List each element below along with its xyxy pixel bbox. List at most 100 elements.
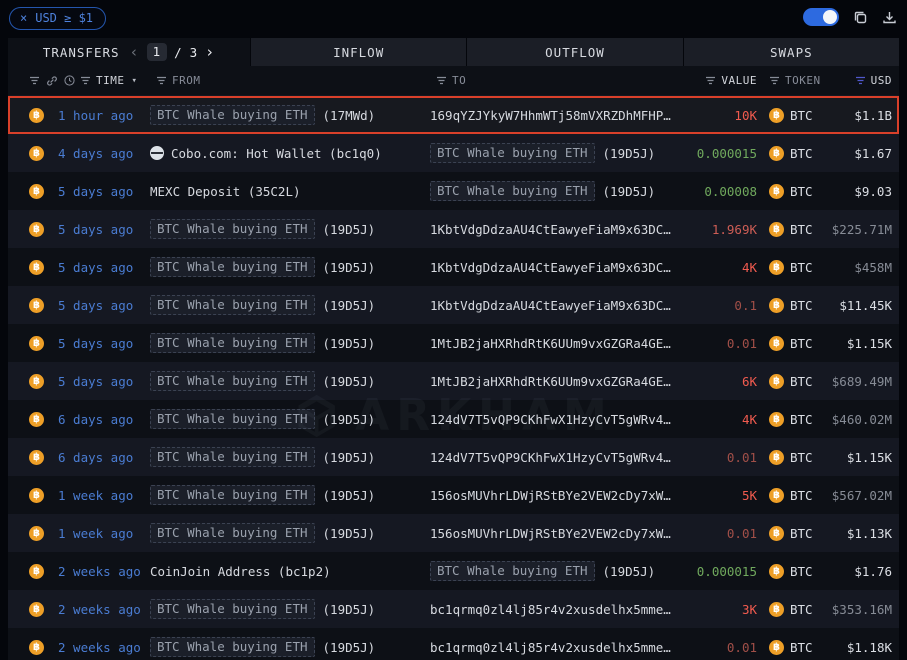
time-link[interactable]: 5 days ago [58,222,133,237]
time-link[interactable]: 5 days ago [58,336,133,351]
tab-inflow[interactable]: INFLOW [251,38,466,66]
entity-address-suffix[interactable]: (19D5J) [323,488,376,503]
page-prev-icon[interactable]: ‹ [130,45,140,60]
entity-address-suffix[interactable]: (19D5J) [323,260,376,275]
token-cell: ฿BTC [757,374,831,389]
time-link[interactable]: 5 days ago [58,184,133,199]
entity-chip[interactable]: BTC Whale buying ETH [150,409,315,429]
time-link[interactable]: 5 days ago [58,260,133,275]
table-row: ฿ 2 weeks ago BTC Whale buying ETH (19D5J) b… [8,628,899,660]
to-column-header[interactable]: TO [436,74,466,87]
entity-address-suffix[interactable]: (19D5J) [323,640,376,655]
usd-text: $1.67 [854,146,892,161]
entity-address-suffix[interactable]: (19D5J) [323,526,376,541]
entity-text[interactable]: Cobo.com: Hot Wallet (bc1q0) [171,146,382,161]
to-header-label: TO [452,74,466,87]
entity-text[interactable]: 169qYZJYkyW7HhmWTj58mVXRZDhMFHPZPd [430,108,675,123]
token-cell: ฿BTC [757,146,831,161]
time-link[interactable]: 2 weeks ago [58,564,141,579]
usd-filter-chip[interactable]: × USD ≥ $1 [9,7,106,30]
entity-address-suffix[interactable]: (19D5J) [323,602,376,617]
time-link[interactable]: 1 week ago [58,526,133,541]
entity-chip[interactable]: BTC Whale buying ETH [150,447,315,467]
entity-chip[interactable]: BTC Whale buying ETH [150,485,315,505]
entity-address-suffix[interactable]: (19D5J) [603,564,656,579]
btc-icon: ฿ [769,640,784,655]
row-token-cell: ฿ [8,336,52,351]
entity-text[interactable]: 156osMUVhrLDWjRStBYe2VEW2cDy7xWrc8 [430,526,675,541]
entity-text[interactable]: MEXC Deposit (35C2L) [150,184,301,199]
from-column-header[interactable]: FROM [156,74,201,87]
time-link[interactable]: 5 days ago [58,374,133,389]
time-column-header[interactable]: TIME ▾ [64,74,137,87]
token-symbol: BTC [790,336,813,351]
entity-address-suffix[interactable]: (17MWd) [323,108,376,123]
entity-chip[interactable]: BTC Whale buying ETH [150,105,315,125]
link-icon[interactable] [46,75,58,87]
entity-chip[interactable]: BTC Whale buying ETH [150,523,315,543]
view-toggle[interactable] [803,8,839,26]
entity-text[interactable]: CoinJoin Address (bc1p2) [150,564,331,579]
usd-cell: $1.13K [831,526,899,541]
token-cell: ฿BTC [757,564,831,579]
usd-text: $353.16M [832,602,892,617]
download-icon[interactable] [882,10,897,25]
copy-icon[interactable] [853,10,868,25]
time-cell: 5 days ago [52,222,150,237]
time-link[interactable]: 4 days ago [58,146,133,161]
entity-chip[interactable]: BTC Whale buying ETH [430,143,595,163]
entity-address-suffix[interactable]: (19D5J) [323,298,376,313]
entity-chip[interactable]: BTC Whale buying ETH [430,561,595,581]
entity-text[interactable]: 1MtJB2jaHXRhdRtK6UUm9vxGZGRa4GEpYn [430,374,675,389]
tab-outflow[interactable]: OUTFLOW [467,38,682,66]
time-link[interactable]: 1 week ago [58,488,133,503]
token-cell: ฿BTC [757,640,831,655]
time-link[interactable]: 6 days ago [58,450,133,465]
entity-text[interactable]: 1KbtVdgDdzaAU4CtEawyeFiaM9x63DCava [430,298,675,313]
entity-address-suffix[interactable]: (19D5J) [323,374,376,389]
entity-text[interactable]: 1MtJB2jaHXRhdRtK6UUm9vxGZGRa4GEpYn [430,336,675,351]
entity-text[interactable]: 156osMUVhrLDWjRStBYe2VEW2cDy7xWrc8 [430,488,675,503]
entity-chip[interactable]: BTC Whale buying ETH [150,599,315,619]
entity-chip[interactable]: BTC Whale buying ETH [150,257,315,277]
entity-address-suffix[interactable]: (19D5J) [603,146,656,161]
btc-icon: ฿ [29,260,44,275]
usd-column-header[interactable]: USD [855,74,892,87]
time-link[interactable]: 2 weeks ago [58,640,141,655]
usd-header-label: USD [871,74,892,87]
token-header-label: TOKEN [785,74,821,87]
entity-chip[interactable]: BTC Whale buying ETH [150,371,315,391]
page-next-icon[interactable]: › [205,45,215,60]
table-row: ฿ 5 days ago BTC Whale buying ETH (19D5J) 1M… [8,324,899,362]
usd-cell: $1.67 [831,146,899,161]
entity-chip[interactable]: BTC Whale buying ETH [150,333,315,353]
time-link[interactable]: 5 days ago [58,298,133,313]
transfers-panel: TRANSFERS ‹ 1 / 3 › INFLOW OUTFLOW SWAPS [8,38,899,660]
time-link[interactable]: 6 days ago [58,412,133,427]
entity-text[interactable]: 1KbtVdgDdzaAU4CtEawyeFiaM9x63DCava [430,260,675,275]
entity-address-suffix[interactable]: (19D5J) [603,184,656,199]
entity-address-suffix[interactable]: (19D5J) [323,450,376,465]
time-link[interactable]: 1 hour ago [58,108,133,123]
close-icon[interactable]: × [20,11,27,25]
filter-icon[interactable] [29,76,40,85]
entity-chip[interactable]: BTC Whale buying ETH [150,295,315,315]
entity-chip[interactable]: BTC Whale buying ETH [430,181,595,201]
entity-text[interactable]: 124dV7T5vQP9CKhFwX1HzyCvT5gWRv4Pto [430,450,675,465]
tab-swaps[interactable]: SWAPS [684,38,899,66]
entity-address-suffix[interactable]: (19D5J) [323,222,376,237]
entity-chip[interactable]: BTC Whale buying ETH [150,219,315,239]
time-link[interactable]: 2 weeks ago [58,602,141,617]
token-column-header[interactable]: TOKEN [769,74,821,87]
entity-text[interactable]: 124dV7T5vQP9CKhFwX1HzyCvT5gWRv4Pto [430,412,675,427]
entity-chip[interactable]: BTC Whale buying ETH [150,637,315,657]
entity-text[interactable]: bc1qrmq0zl4lj85r4v2xusdelhx5mme45zsks… [430,640,675,655]
btc-icon: ฿ [769,260,784,275]
entity-address-suffix[interactable]: (19D5J) [323,412,376,427]
entity-text[interactable]: 1KbtVdgDdzaAU4CtEawyeFiaM9x63DCava [430,222,675,237]
entity-address-suffix[interactable]: (19D5J) [323,336,376,351]
row-token-cell: ฿ [8,526,52,541]
entity-text[interactable]: bc1qrmq0zl4lj85r4v2xusdelhx5mme45zsks… [430,602,675,617]
value-column-header[interactable]: VALUE [705,74,757,87]
tab-transfers[interactable]: TRANSFERS ‹ 1 / 3 › [8,38,250,66]
